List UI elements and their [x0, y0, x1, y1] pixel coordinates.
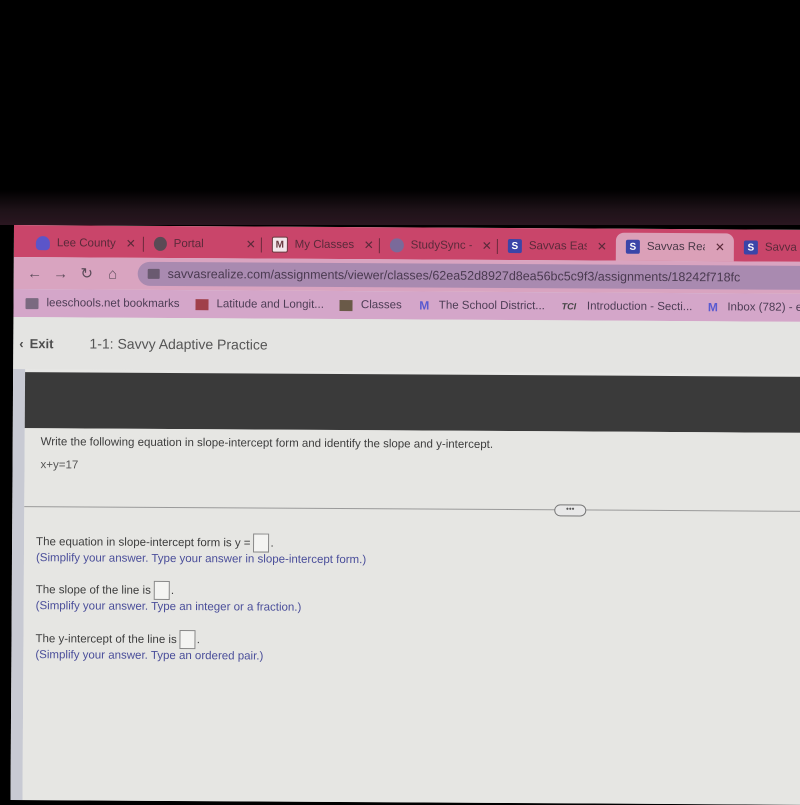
period: .: [196, 633, 200, 646]
forward-icon[interactable]: →: [48, 265, 74, 282]
photo-bezel: [0, 0, 800, 225]
tab-strip: Lee County ✕ Portal ✕ M My Classes ✕ Stu…: [13, 225, 800, 262]
prompt-text: The equation in slope-intercept form is …: [36, 535, 251, 549]
tab-studysync[interactable]: StudySync - ✕: [380, 231, 498, 260]
classroom-icon: [339, 299, 353, 311]
tci-icon: TCI: [561, 301, 577, 312]
browser-window: Lee County ✕ Portal ✕ M My Classes ✕ Stu…: [10, 225, 800, 805]
m-icon: M: [271, 236, 288, 253]
savvas-icon: S: [507, 239, 522, 254]
address-bar[interactable]: savvasrealize.com/assignments/viewer/cla…: [137, 261, 800, 290]
bookmark-label: leeschools.net bookmarks: [46, 297, 180, 311]
google-classroom-icon: [35, 236, 50, 251]
url-text[interactable]: savvasrealize.com/assignments/viewer/cla…: [168, 267, 741, 284]
app-header: ‹ Exit 1-1: Savvy Adaptive Practice: [13, 316, 800, 374]
close-tab-icon[interactable]: ✕: [597, 240, 607, 254]
bookmark-leeschools[interactable]: leeschools.net bookmarks: [25, 297, 180, 311]
question-banner: [24, 372, 800, 433]
tab-my-classes[interactable]: M My Classes ✕: [262, 231, 380, 260]
home-icon[interactable]: ⌂: [100, 265, 126, 282]
bookmark-latitude[interactable]: Latitude and Longit...: [195, 298, 324, 311]
gmail-icon: M: [707, 300, 718, 315]
bookmark-school-district[interactable]: M The School District...: [418, 298, 545, 313]
period: .: [270, 537, 274, 550]
hint-text: (Simplify your answer. Type your answer …: [35, 552, 367, 567]
bookmark-inbox[interactable]: M Inbox (782) - em: [706, 300, 800, 315]
folder-icon: [25, 297, 39, 309]
tab-title: Savva: [764, 241, 797, 254]
page-title: 1-1: Savvy Adaptive Practice: [89, 335, 268, 353]
question-panel: Write the following equation in slope-in…: [22, 428, 800, 805]
tab-title: My Classes: [294, 238, 354, 252]
tab-title: Portal: [173, 237, 204, 251]
exit-button[interactable]: ‹ Exit: [19, 336, 53, 351]
close-tab-icon[interactable]: ✕: [246, 237, 256, 251]
bookmark-label: Classes: [360, 299, 402, 312]
tab-lee-county[interactable]: Lee County ✕: [14, 229, 144, 258]
tab-savvas[interactable]: S Savva: [734, 233, 800, 261]
question-instruction: Write the following equation in slope-in…: [40, 436, 494, 451]
savvas-icon: S: [625, 239, 640, 254]
tab-savvas-easybridge[interactable]: S Savvas Eas ✕: [498, 232, 616, 261]
tab-title: Savvas Eas: [528, 240, 587, 253]
close-tab-icon[interactable]: ✕: [364, 238, 374, 252]
bookmark-classes[interactable]: Classes: [339, 299, 402, 312]
answer-part-y-intercept: The y-intercept of the line is .: [35, 629, 200, 650]
tab-title: Lee County: [56, 237, 116, 250]
tab-portal[interactable]: Portal ✕: [144, 230, 262, 259]
hint-text: (Simplify your answer. Type an integer o…: [35, 600, 302, 614]
prompt-text: The slope of the line is: [35, 583, 151, 597]
studysync-icon: [389, 238, 404, 253]
portal-icon: [153, 236, 167, 251]
prompt-text: The y-intercept of the line is: [35, 632, 177, 646]
close-tab-icon[interactable]: ✕: [126, 237, 136, 251]
bookmark-introduction[interactable]: TCI Introduction - Secti...: [559, 300, 693, 314]
gmail-icon: M: [419, 298, 430, 313]
expand-button[interactable]: •••: [554, 504, 587, 517]
tab-title: Savvas Rea: [646, 240, 705, 254]
answer-part-equation: The equation in slope-intercept form is …: [36, 532, 274, 553]
bookmark-label: The School District...: [438, 299, 545, 313]
tab-savvas-realize[interactable]: S Savvas Rea ✕: [615, 232, 734, 262]
period: .: [170, 584, 175, 597]
latitude-icon: [195, 298, 209, 310]
back-icon[interactable]: ←: [22, 265, 48, 282]
hint-text: (Simplify your answer. Type an ordered p…: [35, 649, 264, 663]
divider: [24, 506, 800, 512]
y-intercept-answer-input[interactable]: [179, 630, 196, 650]
chevron-left-icon: ‹: [19, 335, 24, 351]
site-info-icon[interactable]: [147, 268, 160, 279]
browser-toolbar: ← → ↻ ⌂ savvasrealize.com/assignments/vi…: [13, 256, 800, 294]
tab-title: StudySync -: [410, 239, 472, 252]
bookmark-label: Introduction - Secti...: [586, 300, 693, 314]
given-equation: x+y=17: [40, 459, 79, 472]
answer-part-slope: The slope of the line is .: [36, 580, 174, 600]
slope-answer-input[interactable]: [153, 580, 170, 600]
close-tab-icon[interactable]: ✕: [715, 240, 725, 254]
bookmark-label: Inbox (782) - em: [727, 301, 800, 314]
exit-label: Exit: [29, 335, 54, 351]
close-tab-icon[interactable]: ✕: [482, 239, 492, 253]
bookmark-label: Latitude and Longit...: [216, 298, 324, 311]
savvas-icon: S: [743, 240, 758, 255]
reload-icon[interactable]: ↻: [74, 264, 100, 282]
equation-answer-input[interactable]: [253, 533, 270, 553]
